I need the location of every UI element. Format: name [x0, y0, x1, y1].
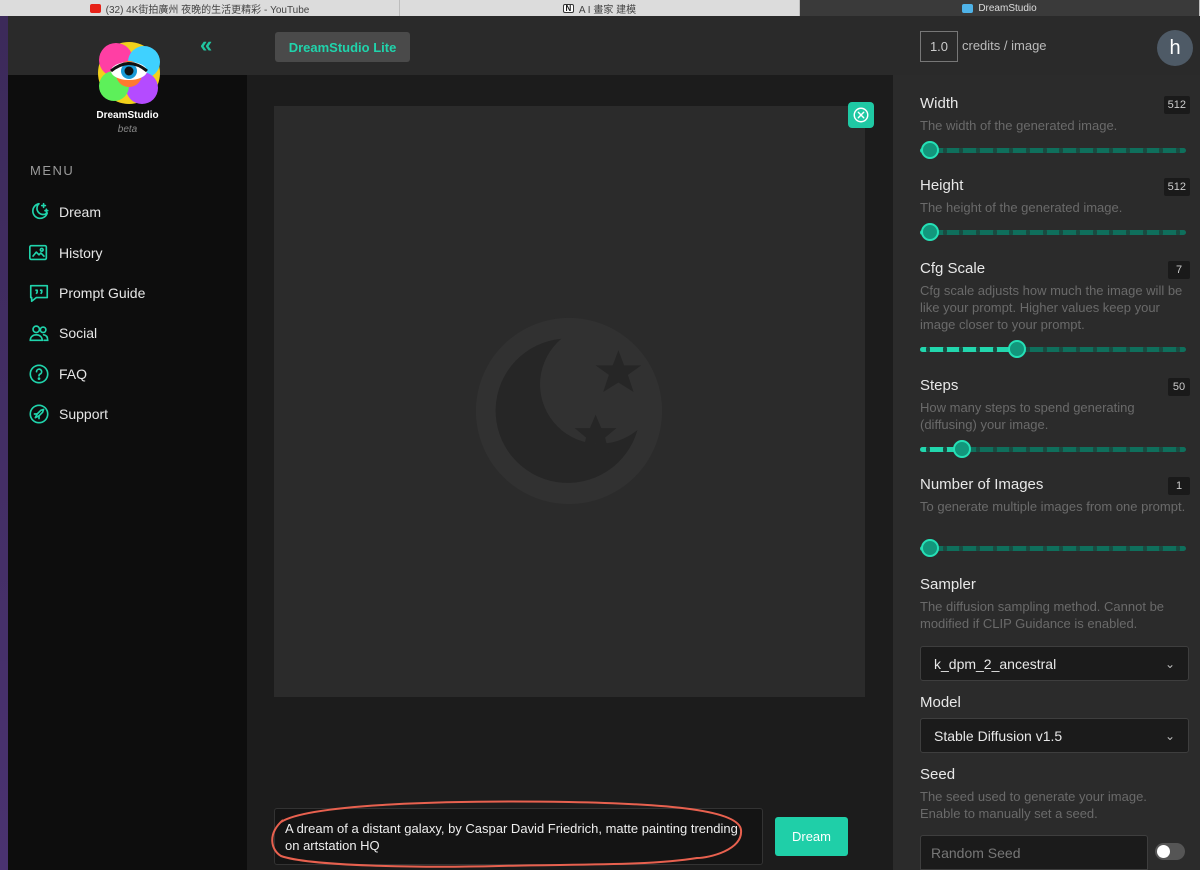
moon-stars-placeholder-icon	[475, 317, 663, 505]
setting-height: Height 512 The height of the generated i…	[920, 177, 1190, 216]
images-icon	[29, 244, 48, 260]
slider-handle[interactable]	[953, 440, 972, 458]
sidebar-item-history[interactable]: History	[28, 232, 238, 272]
sidebar-item-prompt-guide[interactable]: Prompt Guide	[28, 273, 238, 313]
clear-image-button[interactable]	[848, 102, 874, 128]
browser-tabstrip: (32) 4K街拍廣州 夜晚的生活更精彩 - YouTube N A I 畫家 …	[0, 0, 1200, 16]
menu-label: MENU	[30, 163, 75, 178]
setting-width: Width 512 The width of the generated ima…	[920, 95, 1190, 134]
setting-seed: Seed The seed used to generate your imag…	[920, 766, 1190, 822]
setting-model: Model	[920, 694, 1190, 711]
setting-value-badge: 7	[1168, 261, 1190, 279]
seed-toggle[interactable]	[1155, 843, 1185, 860]
browser-tab-dreamstudio[interactable]: DreamStudio	[800, 0, 1200, 16]
setting-steps: Steps 50 How many steps to spend generat…	[920, 377, 1190, 433]
setting-title: Height	[920, 177, 964, 194]
close-circle-icon	[853, 107, 869, 123]
desktop-edge	[0, 16, 8, 870]
credits-label: credits / image	[962, 38, 1047, 53]
app-window: (32) 4K街拍廣州 夜晚的生活更精彩 - YouTube N A I 畫家 …	[0, 0, 1200, 870]
setting-title: Model	[920, 694, 961, 711]
height-slider[interactable]	[920, 223, 1186, 241]
sidebar: DreamStudio beta « MENU Dream History Pr…	[8, 16, 247, 870]
quote-bubble-icon	[29, 284, 49, 303]
setting-description: To generate multiple images from one pro…	[920, 499, 1186, 514]
slider-handle[interactable]	[921, 539, 939, 557]
setting-description: The width of the generated image.	[920, 118, 1118, 133]
cfg-scale-slider[interactable]	[920, 340, 1186, 358]
brand-sub: beta	[117, 124, 138, 135]
avatar[interactable]: h	[1157, 30, 1193, 66]
image-canvas	[274, 106, 865, 697]
sidebar-item-label: Social	[59, 325, 98, 342]
sidebar-item-social[interactable]: Social	[28, 313, 238, 353]
select-value: k_dpm_2_ancestral	[934, 655, 1057, 672]
sidebar-item-faq[interactable]: FAQ	[28, 354, 238, 394]
sidebar-item-label: Dream	[59, 204, 102, 221]
setting-title: Cfg Scale	[920, 260, 986, 277]
youtube-icon	[89, 3, 101, 13]
dreamstudio-icon	[962, 3, 974, 13]
setting-value-badge: 50	[1168, 378, 1190, 396]
browser-tab-notion[interactable]: N A I 畫家 建模	[400, 0, 800, 16]
setting-number-of-images: Number of Images 1 To generate multiple …	[920, 476, 1190, 515]
setting-value-badge: 512	[1163, 96, 1190, 114]
chevron-down-icon: ⌄	[1164, 656, 1175, 671]
credits-value: 1.0	[920, 31, 958, 62]
setting-cfg-scale: Cfg Scale 7 Cfg scale adjusts how much t…	[920, 260, 1190, 333]
setting-title: Steps	[920, 377, 959, 394]
sidebar-item-label: FAQ	[59, 365, 88, 382]
sidebar-item-label: History	[59, 244, 103, 261]
slider-handle[interactable]	[921, 141, 939, 159]
select-value: Stable Diffusion v1.5	[934, 727, 1063, 744]
setting-description: The seed used to generate your image. En…	[920, 789, 1147, 821]
dreamstudio-logo[interactable]	[94, 38, 164, 108]
setting-title: Width	[920, 95, 959, 112]
settings-panel: Width 512 The width of the generated ima…	[893, 75, 1200, 870]
collapse-sidebar-icon[interactable]: «	[200, 34, 220, 56]
model-select[interactable]: Stable Diffusion v1.5 ⌄	[920, 718, 1189, 753]
main-area: A dream of a distant galaxy, by Caspar D…	[247, 75, 893, 870]
brand-name: DreamStudio	[96, 110, 159, 121]
setting-description: The height of the generated image.	[920, 200, 1123, 215]
tab-label: (32) 4K街拍廣州 夜晚的生活更精彩 - YouTube	[105, 4, 310, 16]
sampler-select[interactable]: k_dpm_2_ancestral ⌄	[920, 646, 1189, 681]
top-bar: DreamStudio Lite 1.0 credits / image h	[247, 16, 1200, 75]
seed-input[interactable]: Random Seed	[920, 835, 1148, 870]
setting-value-badge: 1	[1168, 477, 1190, 495]
steps-slider[interactable]	[920, 440, 1186, 458]
setting-title: Seed	[920, 766, 956, 783]
setting-description: Cfg scale adjusts how much the image wil…	[920, 283, 1183, 332]
sidebar-item-label: Prompt Guide	[59, 284, 146, 301]
setting-title: Sampler	[920, 576, 976, 593]
app-badge[interactable]: DreamStudio Lite	[275, 32, 410, 62]
setting-sampler: Sampler The diffusion sampling method. C…	[920, 576, 1190, 632]
tab-label: A I 畫家 建模	[578, 4, 637, 16]
tab-label: DreamStudio	[978, 2, 1037, 14]
browser-tab-youtube[interactable]: (32) 4K街拍廣州 夜晚的生活更精彩 - YouTube	[0, 0, 400, 16]
rocket-circle-icon	[29, 404, 49, 424]
slider-handle[interactable]	[921, 223, 939, 241]
sidebar-nav: Dream History Prompt Guide Social FAQ Su…	[28, 192, 238, 434]
width-slider[interactable]	[920, 141, 1186, 159]
notion-icon: N	[562, 3, 574, 13]
number-of-images-slider[interactable]	[920, 539, 1186, 557]
sidebar-item-label: Support	[59, 406, 109, 423]
slider-handle[interactable]	[1007, 340, 1026, 358]
setting-value-badge: 512	[1163, 178, 1190, 196]
chevron-down-icon: ⌄	[1164, 728, 1175, 743]
setting-description: How many steps to spend generating (diff…	[920, 400, 1135, 432]
dream-button[interactable]: Dream	[775, 817, 848, 856]
users-icon	[29, 325, 49, 342]
question-circle-icon	[29, 364, 49, 384]
moon-stars-icon	[32, 203, 49, 220]
sidebar-item-dream[interactable]: Dream	[28, 192, 238, 232]
setting-description: The diffusion sampling method. Cannot be…	[920, 599, 1165, 631]
setting-title: Number of Images	[920, 476, 1044, 493]
sidebar-item-support[interactable]: Support	[28, 394, 238, 434]
prompt-input[interactable]: A dream of a distant galaxy, by Caspar D…	[274, 808, 763, 865]
